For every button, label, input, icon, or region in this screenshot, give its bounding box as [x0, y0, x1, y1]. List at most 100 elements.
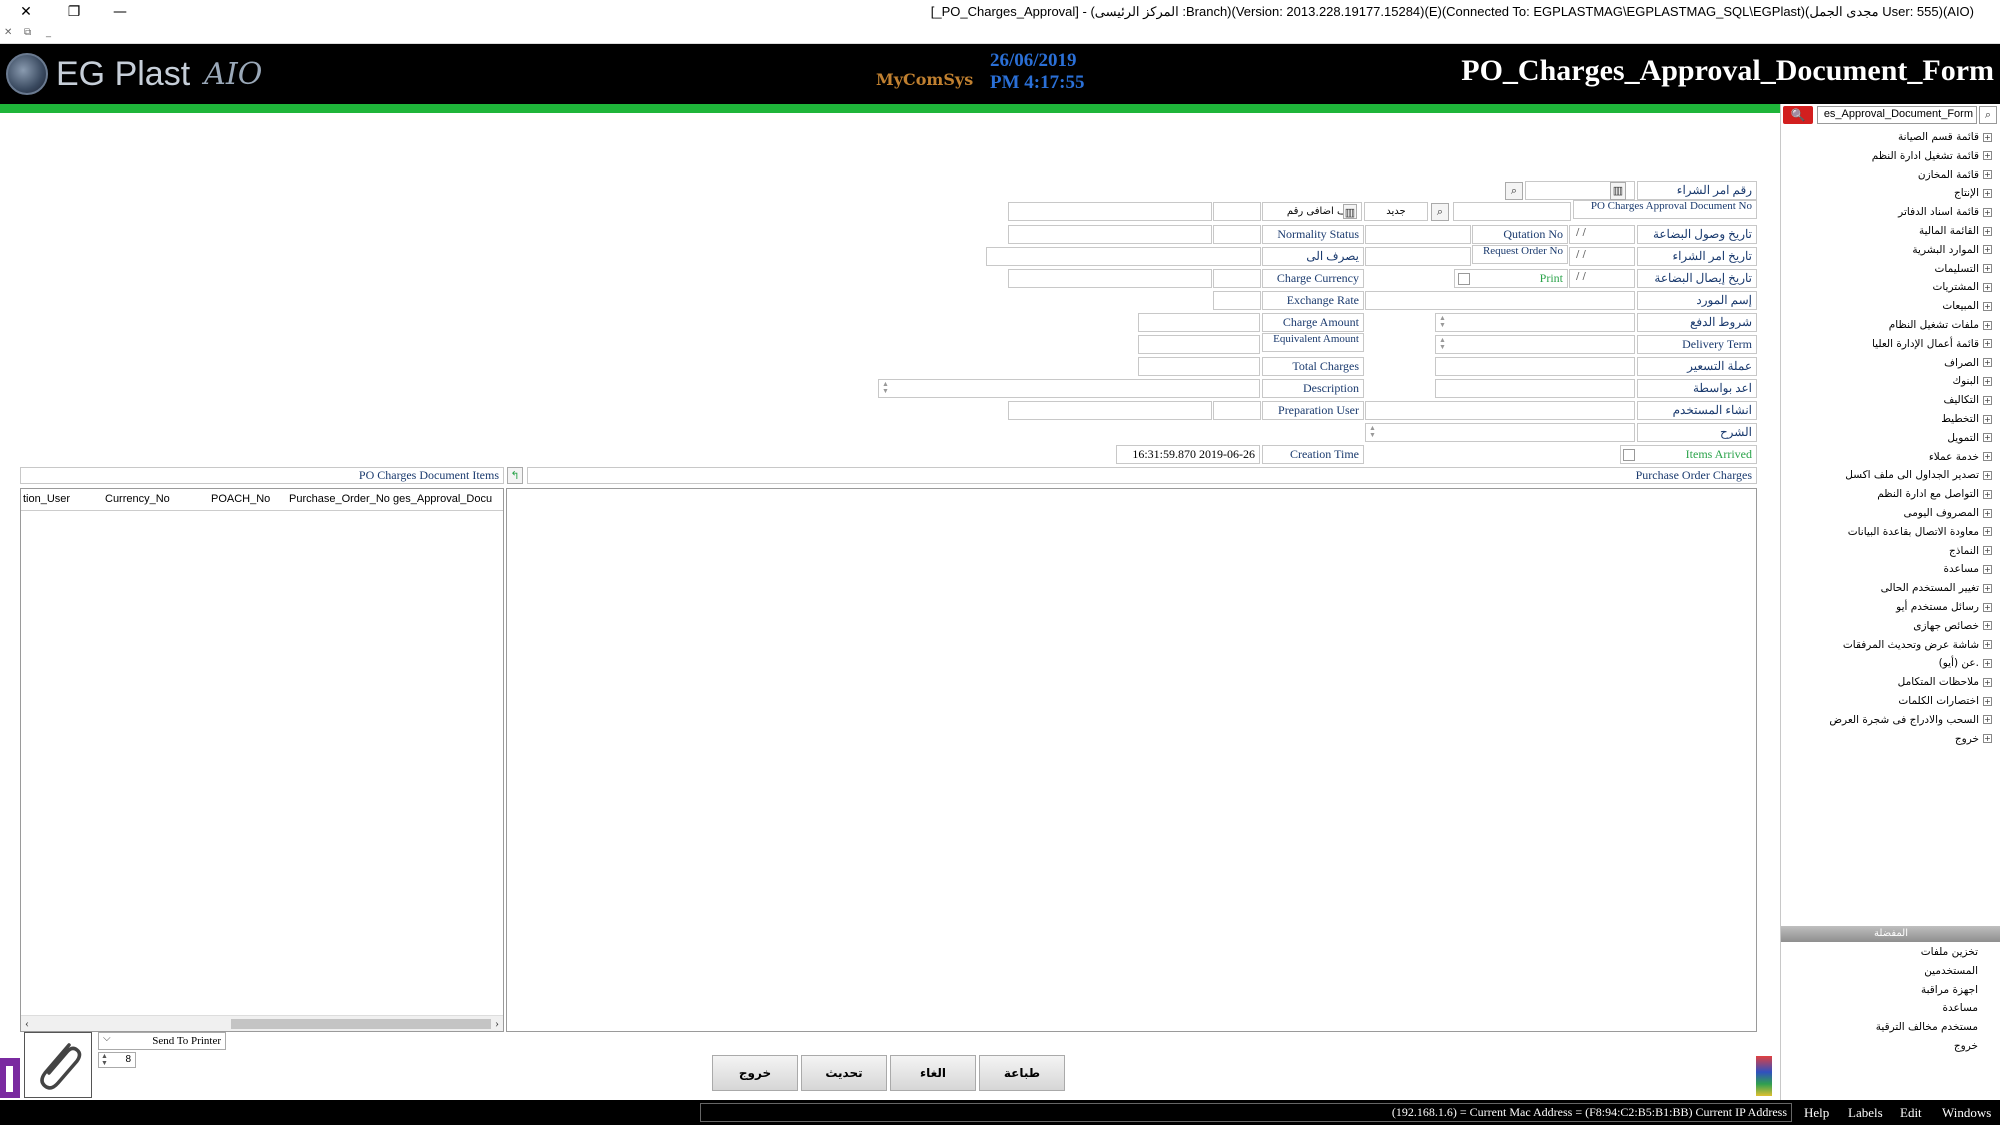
- sidebar-menu-item[interactable]: قائمة أعمال الإدارة العليا +: [1872, 335, 1992, 353]
- expand-icon[interactable]: +: [1983, 188, 1992, 198]
- description-input[interactable]: ▲ ▼: [878, 379, 1260, 398]
- restore-window-icon[interactable]: ❐: [60, 2, 88, 22]
- sidebar-menu-item[interactable]: الموارد البشرية +: [1912, 241, 1992, 259]
- doc-no-search-icon[interactable]: ⌕: [1431, 203, 1449, 221]
- menu-edit[interactable]: Edit: [1900, 1105, 1922, 1121]
- sidebar-menu-item[interactable]: التكاليف +: [1943, 391, 1992, 409]
- search-icon[interactable]: ⌕: [1979, 106, 1997, 124]
- expand-icon[interactable]: +: [1983, 301, 1992, 311]
- stepper-arrows-icon[interactable]: ▲ ▼: [101, 1053, 108, 1067]
- copies-stepper[interactable]: ▲ ▼ 8: [98, 1052, 136, 1068]
- prep-user-code-input[interactable]: [1213, 401, 1261, 420]
- pricing-currency-input[interactable]: [1435, 357, 1635, 376]
- favorite-item[interactable]: اجهزة مراقبة: [1921, 984, 1978, 1002]
- expand-icon[interactable]: +: [1983, 696, 1992, 706]
- expand-icon[interactable]: +: [1983, 245, 1992, 255]
- chevron-down-icon[interactable]: ⌵: [103, 1033, 111, 1044]
- expand-icon[interactable]: +: [1983, 470, 1992, 480]
- items-arrived-checkbox[interactable]: [1623, 449, 1635, 461]
- normality-input[interactable]: [1008, 225, 1212, 244]
- extra-desc-input[interactable]: [1008, 202, 1212, 221]
- print-checkbox[interactable]: [1458, 273, 1470, 285]
- spend-to-input[interactable]: [986, 247, 1261, 266]
- sidebar-menu-item[interactable]: قائمة قسم الصيانة +: [1898, 128, 1992, 146]
- sidebar-menu-item[interactable]: ملاحظات المتكامل +: [1898, 673, 1992, 691]
- close-window-icon[interactable]: ✕: [12, 2, 40, 22]
- exit-button[interactable]: خروج: [712, 1055, 798, 1091]
- refresh-button[interactable]: تحديث: [801, 1055, 887, 1091]
- sidebar-menu-item[interactable]: المصروف اليومى +: [1904, 504, 1992, 522]
- col-header[interactable]: tion_User: [23, 493, 70, 505]
- sidebar-menu-item[interactable]: خدمة عملاء +: [1929, 448, 1992, 466]
- expand-icon[interactable]: +: [1983, 207, 1992, 217]
- expand-icon[interactable]: +: [1983, 546, 1992, 556]
- sidebar-menu-item[interactable]: النماذج +: [1949, 542, 1992, 560]
- expand-icon[interactable]: +: [1983, 282, 1992, 292]
- col-header[interactable]: POACH_No: [211, 493, 270, 505]
- normality-code-input[interactable]: [1213, 225, 1261, 244]
- expand-icon[interactable]: +: [1983, 320, 1992, 330]
- expand-icon[interactable]: +: [1983, 264, 1992, 274]
- sidebar-menu-item[interactable]: تغيير المستخدم الحالى +: [1881, 579, 1992, 597]
- sidebar-menu-item[interactable]: معاودة الاتصال بقاعدة البيانات +: [1848, 523, 1992, 541]
- expand-icon[interactable]: +: [1983, 452, 1992, 462]
- mdi-close-icon[interactable]: ✕: [4, 27, 12, 38]
- sidebar-menu-item[interactable]: التخطيط +: [1941, 410, 1992, 428]
- expand-icon[interactable]: +: [1983, 508, 1992, 518]
- sidebar-menu-item[interactable]: التسليمات +: [1935, 260, 1992, 278]
- po-no-search-icon[interactable]: ⌕: [1505, 182, 1523, 200]
- expand-icon[interactable]: +: [1983, 489, 1992, 499]
- sidebar-menu-item[interactable]: الصراف +: [1944, 354, 1992, 372]
- favorite-item[interactable]: المستخدمين: [1924, 965, 1978, 983]
- sidebar-menu-item[interactable]: اختصارات الكلمات +: [1898, 692, 1992, 710]
- sidebar-menu-item[interactable]: قائمة تشغيل ادارة النظم +: [1872, 147, 1992, 165]
- side-tab[interactable]: [0, 1058, 20, 1098]
- menu-windows[interactable]: Windows: [1942, 1105, 1991, 1121]
- toggle-arrow-icon[interactable]: ↰: [507, 467, 523, 484]
- favorite-item[interactable]: مستخدم مخالف الترقية: [1876, 1021, 1978, 1039]
- sidebar-menu-item[interactable]: الإنتاج +: [1954, 184, 1992, 202]
- sidebar-menu-item[interactable]: رسائل مستخدم أيو +: [1896, 598, 1992, 616]
- charge-currency-input[interactable]: [1008, 269, 1212, 288]
- col-header[interactable]: ges_Approval_Docu: [393, 493, 492, 505]
- mdi-restore-icon[interactable]: ⧉: [24, 27, 31, 38]
- expand-icon[interactable]: +: [1983, 414, 1992, 424]
- favorite-item[interactable]: مساعدة: [1943, 1002, 1978, 1020]
- expand-icon[interactable]: +: [1983, 602, 1992, 612]
- expand-icon[interactable]: +: [1983, 564, 1992, 574]
- sidebar-menu-item[interactable]: عن (أيو). +: [1939, 654, 1992, 672]
- extra-no-input[interactable]: [1213, 202, 1261, 221]
- expand-icon[interactable]: +: [1983, 132, 1992, 142]
- po-no-lookup-icon[interactable]: ▥: [1610, 182, 1626, 200]
- sidebar-menu-item[interactable]: مساعدة +: [1944, 560, 1992, 578]
- items-grid-hscroll[interactable]: ‹ ›: [21, 1015, 503, 1031]
- sidebar-menu-item[interactable]: قائمة المخازن +: [1918, 166, 1992, 184]
- po-date-input[interactable]: / /: [1569, 247, 1635, 266]
- menu-labels[interactable]: Labels: [1848, 1105, 1883, 1121]
- sidebar-menu-item[interactable]: السحب والادراج فى شجرة العرض +: [1829, 711, 1992, 729]
- minimize-window-icon[interactable]: —: [106, 2, 134, 22]
- colors-icon[interactable]: [1756, 1056, 1772, 1096]
- total-charges-input[interactable]: [1138, 357, 1260, 376]
- expand-icon[interactable]: +: [1983, 658, 1992, 668]
- extra-lookup-icon[interactable]: ▥: [1343, 204, 1357, 219]
- expand-icon[interactable]: +: [1983, 376, 1992, 386]
- sidebar-menu-item[interactable]: خروج +: [1955, 730, 1992, 748]
- col-header[interactable]: Currency_No: [105, 493, 170, 505]
- col-header[interactable]: Purchase_Order_No: [289, 493, 390, 505]
- doc-no-input[interactable]: [1453, 202, 1571, 221]
- search-input[interactable]: es_Approval_Document_Form: [1817, 106, 1977, 124]
- expand-icon[interactable]: +: [1983, 226, 1992, 236]
- attachment-button[interactable]: [24, 1032, 92, 1098]
- payment-terms-spinner[interactable]: ▲ ▼: [1435, 313, 1635, 332]
- expand-icon[interactable]: +: [1983, 395, 1992, 405]
- mdi-minimize-icon[interactable]: _: [46, 27, 51, 38]
- expand-icon[interactable]: +: [1983, 715, 1992, 725]
- sidebar-menu-item[interactable]: قائمة اسناد الدفاتر +: [1898, 203, 1992, 221]
- sidebar-menu-item[interactable]: تصدير الجداول الى ملف اكسل +: [1845, 466, 1992, 484]
- scroll-left-icon[interactable]: ‹: [25, 1016, 29, 1031]
- print-button[interactable]: طباعة: [979, 1055, 1065, 1091]
- exchange-rate-input[interactable]: [1213, 291, 1261, 310]
- sidebar-menu-item[interactable]: خصائص جهازى +: [1913, 617, 1992, 635]
- expand-icon[interactable]: +: [1983, 170, 1992, 180]
